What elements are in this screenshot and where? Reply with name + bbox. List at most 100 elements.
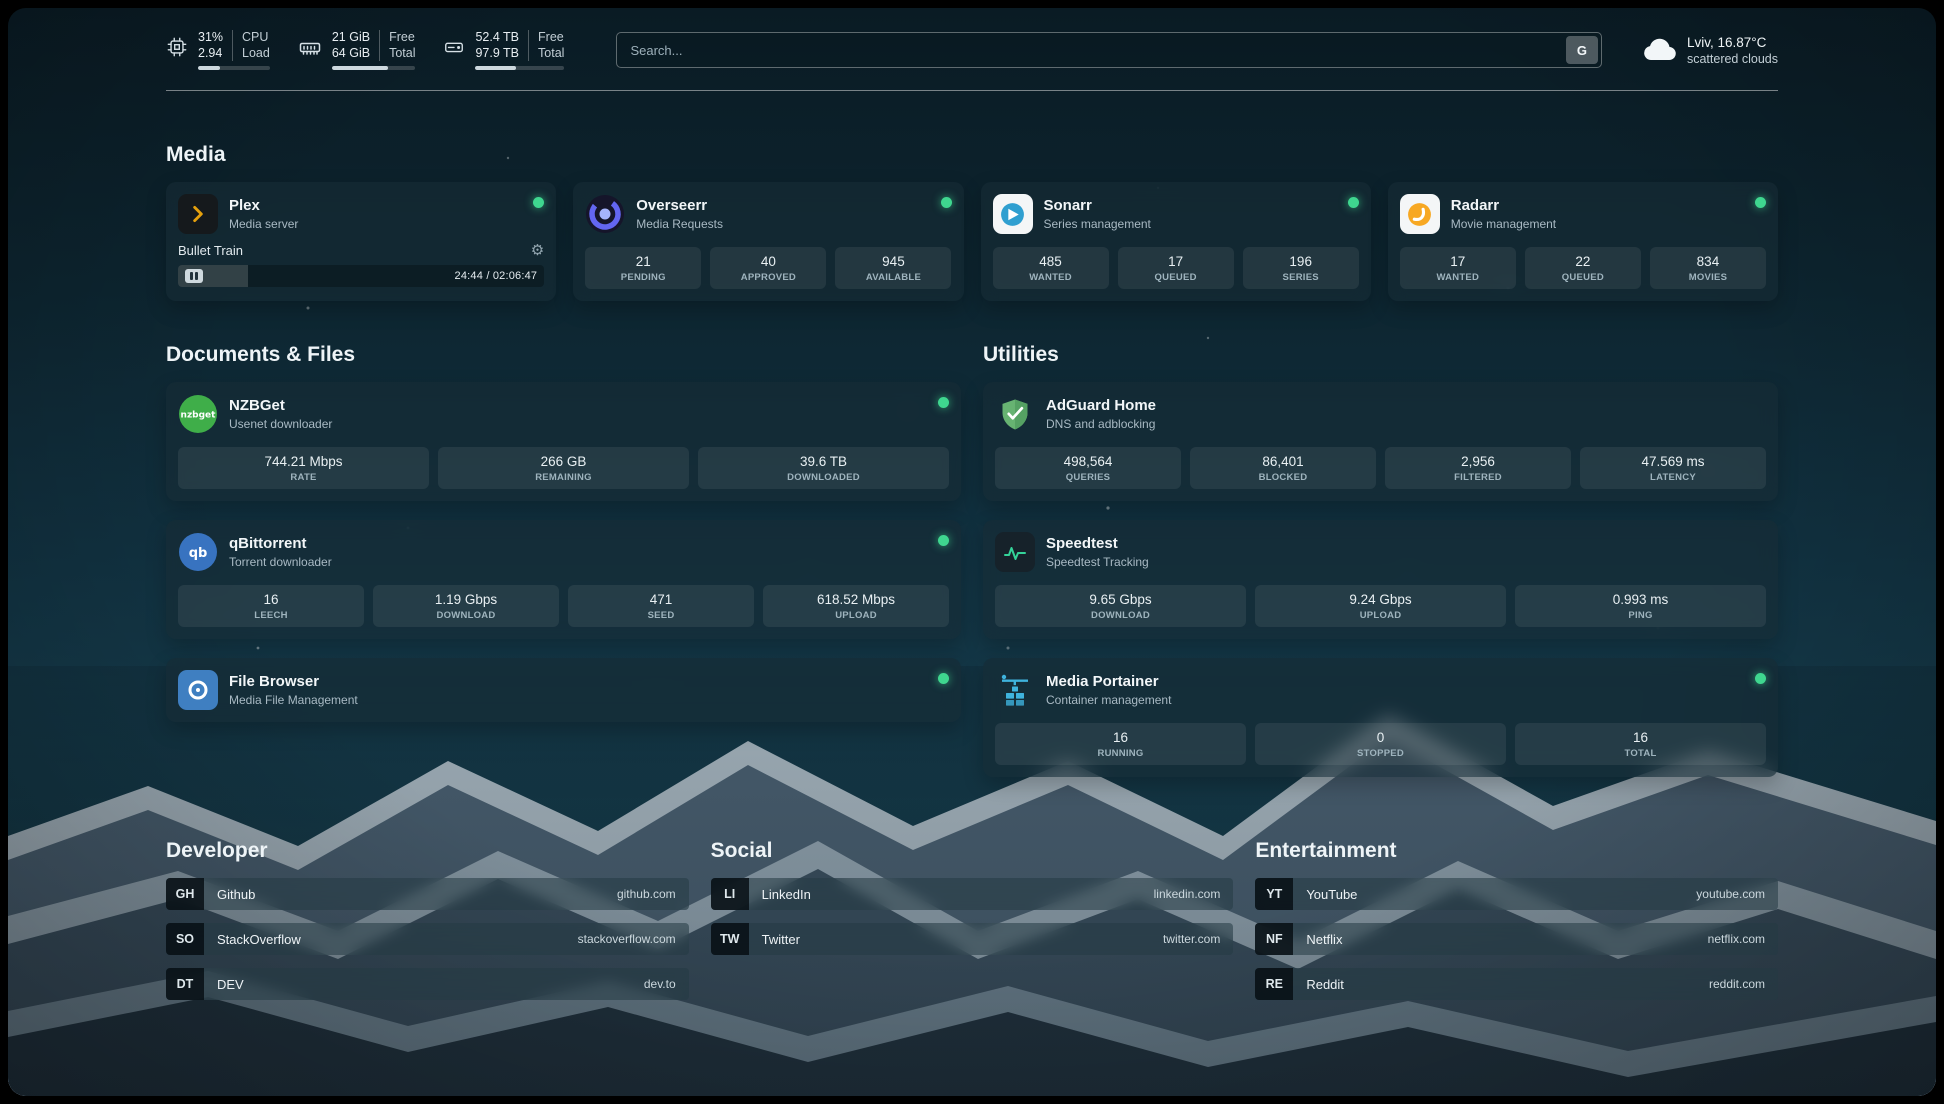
section-title-documents: Documents & Files xyxy=(166,343,961,367)
now-playing-title: Bullet Train xyxy=(178,243,243,258)
service-subtitle: Container management xyxy=(1046,693,1171,707)
bookmark-url: youtube.com xyxy=(1696,887,1765,901)
adguard-icon xyxy=(995,394,1035,434)
bookmark-abbr: LI xyxy=(711,878,749,910)
bookmark-youtube[interactable]: YT YouTube youtube.com xyxy=(1255,878,1778,910)
section-title-social: Social xyxy=(711,839,1234,863)
stat-rate: 744.21 Mbps RATE xyxy=(178,447,429,489)
dashboard-window: 31% 2.94 CPU Load xyxy=(8,8,1936,1096)
service-card-plex[interactable]: Plex Media server Bullet Train ⚙ 24:44 /… xyxy=(166,182,556,301)
service-name: File Browser xyxy=(229,673,358,690)
bookmark-reddit[interactable]: RE Reddit reddit.com xyxy=(1255,968,1778,1000)
cpu-label-1: CPU xyxy=(242,30,270,45)
service-subtitle: DNS and adblocking xyxy=(1046,417,1156,431)
cpu-resource-widget: 31% 2.94 CPU Load xyxy=(166,30,270,70)
stat-queued: 17 QUEUED xyxy=(1118,247,1234,289)
weather-location: Lviv, 16.87°C xyxy=(1687,35,1778,50)
service-subtitle: Usenet downloader xyxy=(229,417,332,431)
bookmark-name: LinkedIn xyxy=(762,887,811,902)
memory-icon xyxy=(298,36,322,60)
service-card-speedtest[interactable]: Speedtest Speedtest Tracking 9.65 Gbps D… xyxy=(983,520,1778,639)
bookmark-name: Github xyxy=(217,887,255,902)
disk-total: 97.9 TB xyxy=(475,46,519,61)
radarr-icon xyxy=(1400,194,1440,234)
memory-label-1: Free xyxy=(389,30,415,45)
bookmark-url: netflix.com xyxy=(1708,932,1765,946)
bookmark-abbr: TW xyxy=(711,923,749,955)
memory-usage-bar xyxy=(332,66,416,70)
service-subtitle: Media Requests xyxy=(636,217,723,231)
cpu-usage-bar xyxy=(198,66,270,70)
status-dot xyxy=(1755,197,1766,208)
status-dot xyxy=(938,535,949,546)
header-divider xyxy=(166,90,1778,91)
qbittorrent-icon: qb xyxy=(178,532,218,572)
service-card-sonarr[interactable]: Sonarr Series management 485 WANTED 17 Q… xyxy=(981,182,1371,301)
service-card-overseerr[interactable]: Overseerr Media Requests 21 PENDING 40 A… xyxy=(573,182,963,301)
pause-icon[interactable] xyxy=(185,269,203,283)
service-card-portainer[interactable]: Media Portainer Container management 16 … xyxy=(983,658,1778,777)
service-subtitle: Media server xyxy=(229,217,298,231)
settings-gear-icon[interactable]: ⚙ xyxy=(531,243,544,258)
stat-downloaded: 39.6 TB DOWNLOADED xyxy=(698,447,949,489)
section-title-utilities: Utilities xyxy=(983,343,1778,367)
sonarr-icon xyxy=(993,194,1033,234)
bookmark-name: StackOverflow xyxy=(217,932,301,947)
bookmark-netflix[interactable]: NF Netflix netflix.com xyxy=(1255,923,1778,955)
status-dot xyxy=(1348,197,1359,208)
nzbget-icon: nzbget xyxy=(178,394,218,434)
bookmark-linkedin[interactable]: LI LinkedIn linkedin.com xyxy=(711,878,1234,910)
section-title-developer: Developer xyxy=(166,839,689,863)
search-bar: G xyxy=(616,32,1602,68)
service-name: NZBGet xyxy=(229,397,332,414)
cpu-percent: 31% xyxy=(198,30,223,45)
speedtest-icon xyxy=(995,532,1035,572)
status-dot xyxy=(1755,673,1766,684)
service-subtitle: Series management xyxy=(1044,217,1151,231)
service-card-radarr[interactable]: Radarr Movie management 17 WANTED 22 QUE… xyxy=(1388,182,1778,301)
filebrowser-icon xyxy=(178,670,218,710)
top-bar: 31% 2.94 CPU Load xyxy=(166,30,1778,70)
stat-total: 16 TOTAL xyxy=(1515,723,1766,765)
bookmark-url: linkedin.com xyxy=(1154,887,1221,901)
bookmark-twitter[interactable]: TW Twitter twitter.com xyxy=(711,923,1234,955)
weather-widget: Lviv, 16.87°C scattered clouds xyxy=(1642,35,1778,66)
playback-progress-bar[interactable]: 24:44 / 02:06:47 xyxy=(178,265,544,287)
section-developer: Developer GH Github github.com SO StackO… xyxy=(166,839,689,1013)
status-dot xyxy=(533,197,544,208)
section-title-entertainment: Entertainment xyxy=(1255,839,1778,863)
stat-download: 9.65 Gbps DOWNLOAD xyxy=(995,585,1246,627)
bookmark-dev[interactable]: DT DEV dev.to xyxy=(166,968,689,1000)
bookmark-abbr: GH xyxy=(166,878,204,910)
bookmark-abbr: YT xyxy=(1255,878,1293,910)
bookmark-abbr: RE xyxy=(1255,968,1293,1000)
stat-queries: 498,564 QUERIES xyxy=(995,447,1181,489)
service-name: Sonarr xyxy=(1044,197,1151,214)
weather-condition: scattered clouds xyxy=(1687,52,1778,66)
bookmark-url: reddit.com xyxy=(1709,977,1765,991)
search-provider-button[interactable]: G xyxy=(1566,36,1598,64)
overseerr-icon xyxy=(585,194,625,234)
stat-approved: 40 APPROVED xyxy=(710,247,826,289)
stat-remaining: 266 GB REMAINING xyxy=(438,447,689,489)
bookmark-name: DEV xyxy=(217,977,244,992)
section-utilities: Utilities xyxy=(983,343,1778,777)
service-card-filebrowser[interactable]: File Browser Media File Management xyxy=(166,658,961,722)
service-name: AdGuard Home xyxy=(1046,397,1156,414)
service-name: Speedtest xyxy=(1046,535,1149,552)
bookmark-url: dev.to xyxy=(644,977,676,991)
stat-upload: 618.52 Mbps UPLOAD xyxy=(763,585,949,627)
bookmark-stackoverflow[interactable]: SO StackOverflow stackoverflow.com xyxy=(166,923,689,955)
bookmark-abbr: SO xyxy=(166,923,204,955)
service-name: qBittorrent xyxy=(229,535,332,552)
svg-text:qb: qb xyxy=(189,546,208,561)
svg-text:nzbget: nzbget xyxy=(181,411,217,421)
bookmark-name: YouTube xyxy=(1306,887,1357,902)
section-media: Media Plex Media server xyxy=(166,143,1778,301)
search-input[interactable] xyxy=(616,32,1602,68)
stat-movies: 834 MOVIES xyxy=(1650,247,1766,289)
bookmark-github[interactable]: GH Github github.com xyxy=(166,878,689,910)
service-card-qbittorrent[interactable]: qb qBittorrent Torrent downloader xyxy=(166,520,961,639)
service-card-nzbget[interactable]: nzbget NZBGet Usenet downloader 74 xyxy=(166,382,961,501)
service-card-adguard[interactable]: AdGuard Home DNS and adblocking 498,564 … xyxy=(983,382,1778,501)
